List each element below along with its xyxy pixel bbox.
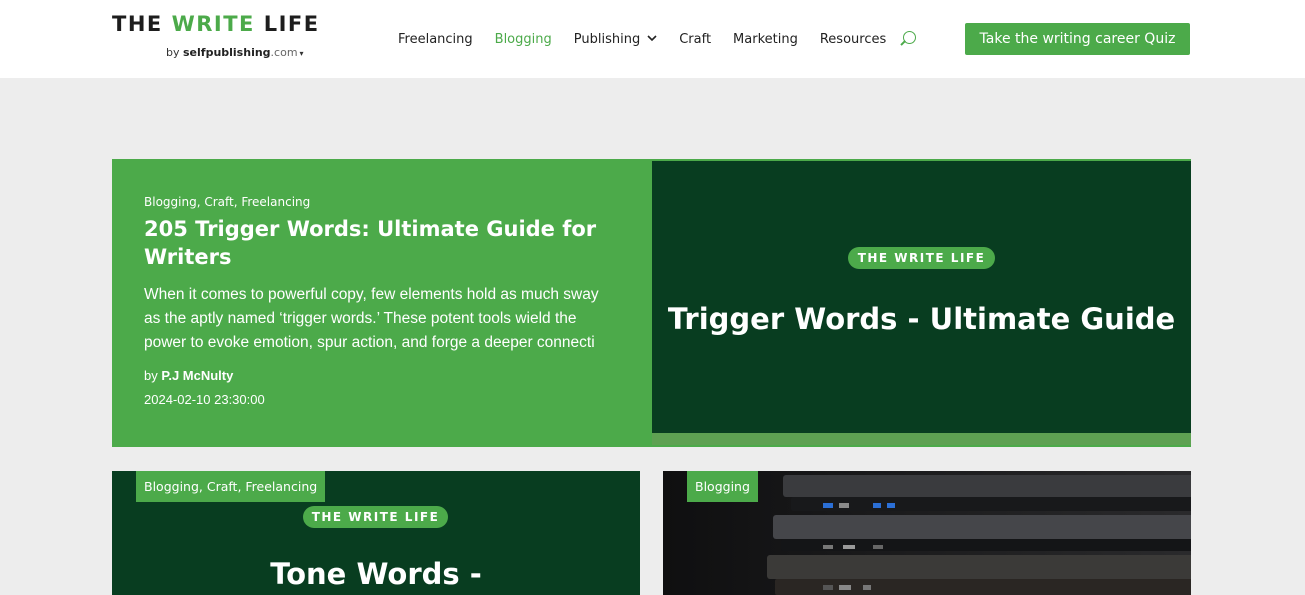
featured-image[interactable]: THE WRITE LIFE Trigger Words - Ultimate … [652, 161, 1191, 433]
nav-freelancing[interactable]: Freelancing [398, 32, 473, 47]
image-logo-badge: THE WRITE LIFE [848, 247, 995, 269]
featured-image-strip [652, 433, 1191, 445]
search-icon[interactable] [898, 29, 918, 49]
nav-resources[interactable]: Resources [820, 32, 886, 47]
featured-image-title: Trigger Words - Ultimate Guide [667, 302, 1176, 336]
author-link[interactable]: P.J McNulty [161, 368, 233, 383]
featured-excerpt: When it comes to powerful copy, few elem… [144, 286, 599, 351]
featured-title[interactable]: 205 Trigger Words: Ultimate Guide for Wr… [144, 215, 614, 271]
featured-post-text: Blogging, Craft, Freelancing 205 Trigger… [144, 195, 624, 407]
card-category-tag[interactable]: Blogging [687, 471, 758, 502]
nav-marketing[interactable]: Marketing [733, 32, 798, 47]
chevron-down-icon [647, 34, 657, 45]
card-image-title: Tone Words - [270, 557, 482, 591]
featured-date: 2024-02-10 23:30:00 [144, 392, 265, 407]
nav-publishing[interactable]: Publishing [574, 32, 657, 47]
main-nav: Freelancing Blogging Publishing Craft Ma… [398, 28, 918, 50]
nav-craft[interactable]: Craft [679, 32, 711, 47]
logo-wordmark: THE WRITE LIFE [112, 12, 320, 36]
image-logo-badge: THE WRITE LIFE [303, 506, 448, 528]
featured-author: by P.J McNulty [144, 368, 234, 383]
nav-publishing-label: Publishing [573, 31, 641, 47]
featured-post[interactable]: Blogging, Craft, Freelancing 205 Trigger… [112, 159, 1191, 447]
post-card[interactable]: Blogging, Craft, Freelancing THE WRITE L… [112, 471, 640, 595]
logo-byline[interactable]: by selfpublishing.com ▾ [166, 46, 304, 59]
card-category-tag[interactable]: Blogging, Craft, Freelancing [136, 471, 326, 502]
site-header: THE WRITE LIFE by selfpublishing.com ▾ Fr… [0, 0, 1305, 78]
featured-categories[interactable]: Blogging, Craft, Freelancing [144, 195, 624, 209]
career-quiz-button[interactable]: Take the writing career Quiz [965, 23, 1190, 55]
post-card[interactable]: Blogging [663, 471, 1191, 595]
nav-blogging[interactable]: Blogging [495, 32, 552, 47]
site-logo[interactable]: THE WRITE LIFE by selfpublishing.com ▾ [112, 12, 322, 64]
caret-down-icon: ▾ [299, 49, 304, 58]
